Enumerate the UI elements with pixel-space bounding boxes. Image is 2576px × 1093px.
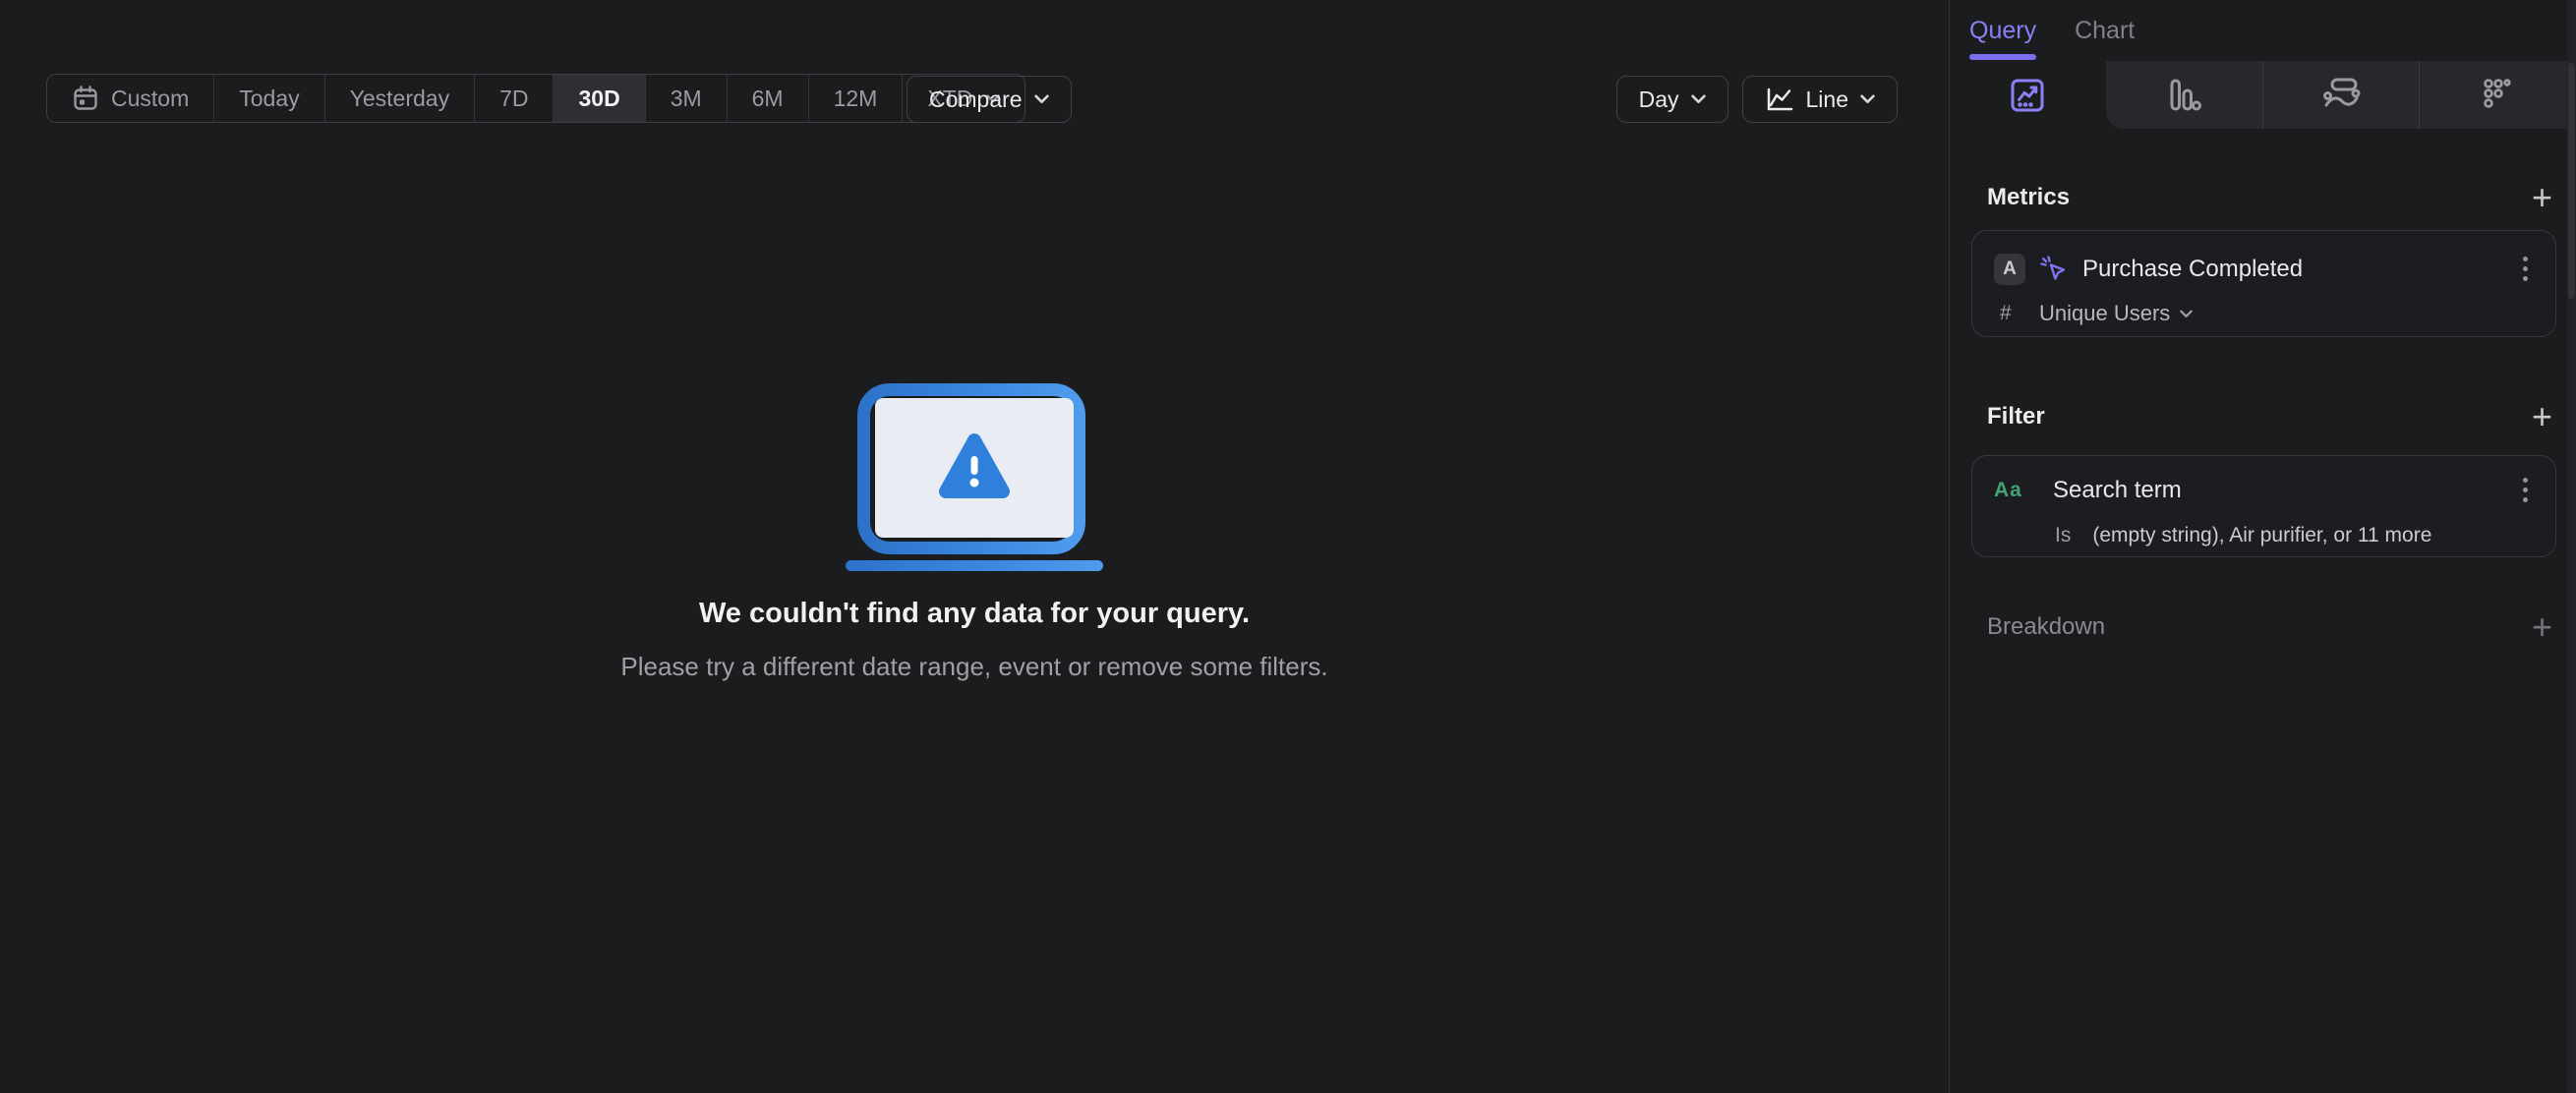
date-range-30d-selected[interactable]: 30D: [554, 75, 646, 122]
chart-type-label: Line: [1805, 86, 1848, 112]
filter-property-row: Aa Search term: [1994, 474, 2534, 506]
analytics-query-builder: Custom Today Yesterday 7D 30D 3M 6M 12M …: [0, 0, 2576, 1093]
tab-label: Chart: [2075, 16, 2136, 44]
metric-kebab-menu-icon[interactable]: [2517, 253, 2534, 285]
laptop-warning-illustration: [846, 383, 1103, 572]
date-range-12m[interactable]: 12M: [809, 75, 904, 122]
filter-card[interactable]: Aa Search term Is (empty string), Air pu…: [1971, 455, 2556, 557]
filter-operator-row[interactable]: Is (empty string), Air purifier, or 11 m…: [1994, 524, 2534, 547]
funnels-bars-icon: [2162, 74, 2205, 117]
tab-funnels[interactable]: [2105, 61, 2262, 129]
event-cursor-icon: [2039, 255, 2069, 284]
insights-chart-icon: [2006, 74, 2049, 117]
sidebar-tab-bar: Query Chart: [1950, 0, 2576, 61]
compare-label: Compare: [929, 86, 1023, 112]
calendar-icon: [72, 85, 99, 112]
metrics-section-header: Metrics +: [1971, 180, 2556, 215]
query-builder-content: Metrics + A Purchase Completed # Unique …: [1950, 180, 2576, 645]
chevron-down-icon: [1860, 94, 1875, 104]
tab-insights[interactable]: [1950, 61, 2106, 129]
tab-chart[interactable]: Chart: [2075, 0, 2135, 61]
date-range-7d[interactable]: 7D: [475, 75, 555, 122]
metric-aggregation-row[interactable]: # Unique Users: [1994, 301, 2534, 326]
series-letter-badge: A: [1994, 253, 2025, 285]
date-range-today[interactable]: Today: [214, 75, 325, 122]
metric-card[interactable]: A Purchase Completed # Unique Users: [1971, 230, 2556, 337]
report-type-tab-bar: [1950, 61, 2576, 129]
granularity-dropdown[interactable]: Day: [1615, 76, 1728, 123]
no-data-empty-state: We couldn't find any data for your query…: [0, 383, 1949, 682]
tab-label: Query: [1969, 16, 2037, 44]
chevron-down-icon: [1690, 94, 1706, 104]
flows-icon: [2319, 74, 2363, 117]
aggregation-symbol: #: [2000, 302, 2012, 324]
date-range-label: 6M: [751, 85, 784, 111]
date-range-label: 12M: [833, 85, 878, 111]
add-metric-button[interactable]: +: [2528, 180, 2556, 215]
date-range-label: 3M: [670, 85, 702, 111]
date-range-label: 7D: [499, 85, 529, 111]
scrollbar-thumb[interactable]: [2568, 63, 2575, 299]
chevron-down-icon: [1033, 94, 1049, 104]
breakdown-section-header: Breakdown +: [1971, 609, 2556, 645]
text-property-type-icon: Aa: [1994, 478, 2022, 501]
chart-main-area: Custom Today Yesterday 7D 30D 3M 6M 12M …: [0, 0, 1949, 1093]
query-builder-sidebar: Query Chart Metrics + A Purchase Complet…: [1949, 0, 2576, 1093]
empty-state-title: We couldn't find any data for your query…: [698, 598, 1251, 629]
filter-heading: Filter: [1987, 403, 2045, 430]
date-range-label: 30D: [578, 85, 620, 111]
tab-flows[interactable]: [2261, 61, 2420, 129]
filter-property-name[interactable]: Search term: [2053, 477, 2503, 504]
breakdown-heading: Breakdown: [1987, 613, 2106, 640]
add-breakdown-button[interactable]: +: [2528, 609, 2556, 645]
compare-button[interactable]: Compare: [907, 76, 1072, 123]
granularity-label: Day: [1638, 86, 1679, 112]
line-chart-icon: [1765, 86, 1794, 113]
filter-operator[interactable]: Is: [2055, 524, 2071, 547]
date-range-label: Today: [239, 85, 300, 111]
date-range-yesterday[interactable]: Yesterday: [325, 75, 476, 122]
date-range-6m[interactable]: 6M: [728, 75, 809, 122]
metrics-heading: Metrics: [1987, 184, 2071, 210]
chart-display-controls: Day Line: [1615, 76, 1898, 123]
aggregation-dropdown[interactable]: Unique Users: [2039, 301, 2170, 326]
date-range-label: Yesterday: [349, 85, 450, 111]
tab-query[interactable]: Query: [1969, 0, 2037, 61]
filter-value[interactable]: (empty string), Air purifier, or 11 more: [2092, 524, 2431, 547]
tab-retention[interactable]: [2419, 61, 2576, 129]
retention-dots-icon: [2477, 74, 2520, 117]
empty-state-subtitle: Please try a different date range, event…: [620, 652, 1328, 681]
add-filter-button[interactable]: +: [2528, 399, 2556, 434]
date-range-3m[interactable]: 3M: [646, 75, 728, 122]
chevron-down-icon: [2180, 310, 2194, 318]
metric-event-row: A Purchase Completed: [1994, 253, 2534, 285]
date-range-label: Custom: [111, 85, 190, 111]
filter-kebab-menu-icon[interactable]: [2517, 474, 2534, 506]
date-range-custom[interactable]: Custom: [47, 75, 215, 122]
filter-section-header: Filter +: [1971, 399, 2556, 434]
sidebar-scrollbar[interactable]: [2567, 0, 2576, 1093]
date-range-control: Custom Today Yesterday 7D 30D 3M 6M 12M …: [46, 74, 1026, 123]
chart-type-dropdown[interactable]: Line: [1741, 76, 1898, 123]
metric-event-name[interactable]: Purchase Completed: [2082, 256, 2503, 283]
